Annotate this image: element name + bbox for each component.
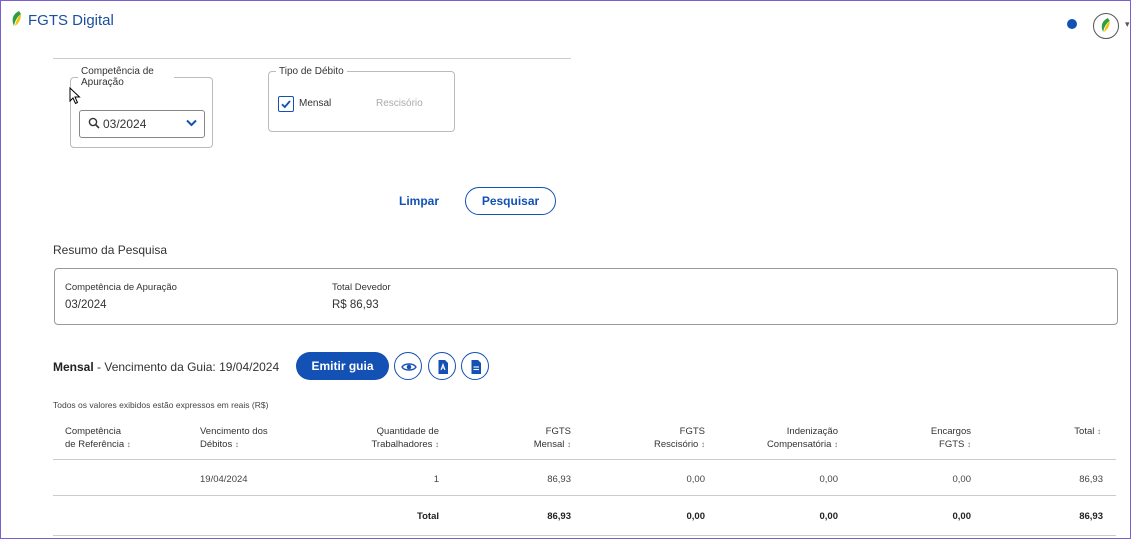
resumo-total-label: Total Devedor <box>332 282 391 293</box>
table-cell-quantidade: 1 <box>433 474 439 485</box>
competencia-value: 03/2024 <box>103 117 147 131</box>
sort-icon[interactable]: ↕ <box>567 440 571 449</box>
total-fgts-rescisorio: 0,00 <box>686 511 706 522</box>
resumo-competencia-value: 03/2024 <box>65 299 107 311</box>
table-cell-indenizacao: 0,00 <box>819 474 839 485</box>
sort-icon[interactable]: ↕ <box>235 440 239 449</box>
table-divider <box>53 535 1116 536</box>
resumo-title: Resumo da Pesquisa <box>53 243 168 257</box>
fgts-leaf-icon <box>1101 17 1110 33</box>
total-indenizacao: 0,00 <box>819 511 839 522</box>
resumo-total-value: R$ 86,93 <box>332 299 379 311</box>
fgts-logo-icon <box>12 11 21 26</box>
sort-icon[interactable]: ↕ <box>967 440 971 449</box>
tipo-debito-fieldset: Tipo de Débito <box>268 66 455 132</box>
table-cell-fgts-mensal: 86,93 <box>547 474 571 485</box>
table-divider <box>53 459 1116 460</box>
col-header-vencimento[interactable]: Vencimento dos Débitos ↕ <box>200 425 268 451</box>
user-avatar[interactable] <box>1093 13 1119 39</box>
app-title[interactable]: FGTS Digital <box>28 12 114 29</box>
sort-icon[interactable]: ↕ <box>701 440 705 449</box>
notification-dot-icon[interactable] <box>1067 19 1077 29</box>
avatar-caret-icon[interactable]: ▾ <box>1125 19 1130 30</box>
table-cell-vencimento: 19/04/2024 <box>200 474 248 485</box>
currency-note: Todos os valores exibidos estão expresso… <box>53 400 269 410</box>
rescisorio-option[interactable]: Rescisório <box>376 98 423 109</box>
table-divider <box>53 495 1116 496</box>
check-icon <box>281 100 291 109</box>
download-pdf-button[interactable] <box>428 352 456 380</box>
total-fgts-mensal: 86,93 <box>547 511 571 522</box>
guia-heading: Mensal - Vencimento da Guia: 19/04/2024 <box>53 360 279 374</box>
mouse-cursor-icon <box>69 87 81 105</box>
col-header-indenizacao[interactable]: Indenização Compensatória ↕ <box>718 425 838 451</box>
sort-icon[interactable]: ↕ <box>435 440 439 449</box>
download-document-button[interactable] <box>461 352 489 380</box>
total-total: 86,93 <box>1079 511 1103 522</box>
mensal-checkbox[interactable] <box>278 96 294 112</box>
resumo-card <box>54 268 1118 325</box>
guia-vencimento: - Vencimento da Guia: 19/04/2024 <box>93 360 280 374</box>
sort-icon[interactable]: ↕ <box>834 440 838 449</box>
col-header-fgts-mensal[interactable]: FGTS Mensal ↕ <box>471 425 571 451</box>
tipo-debito-legend: Tipo de Débito <box>279 66 344 77</box>
eye-icon <box>401 363 417 371</box>
pesquisar-button[interactable]: Pesquisar <box>465 187 556 215</box>
pdf-file-icon <box>438 360 448 374</box>
total-encargos: 0,00 <box>952 511 972 522</box>
limpar-button[interactable]: Limpar <box>399 194 439 208</box>
guia-tipo: Mensal <box>53 360 94 374</box>
col-header-fgts-rescisorio[interactable]: FGTS Rescisório ↕ <box>605 425 705 451</box>
col-header-competencia[interactable]: Competência de Referência ↕ <box>65 425 131 451</box>
total-row-label: Total <box>417 511 439 522</box>
search-icon <box>88 117 100 129</box>
view-button[interactable] <box>394 352 422 380</box>
col-header-quantidade[interactable]: Quantidade de Trabalhadores ↕ <box>319 425 439 451</box>
sort-icon[interactable]: ↕ <box>1097 427 1101 436</box>
divider <box>53 58 571 59</box>
competencia-select[interactable]: 03/2024 <box>79 110 205 138</box>
col-header-total[interactable]: Total ↕ <box>1001 425 1101 438</box>
emitir-guia-button[interactable]: Emitir guia <box>296 352 389 380</box>
col-header-encargos[interactable]: Encargos FGTS ↕ <box>871 425 971 451</box>
document-icon <box>471 360 481 374</box>
chevron-down-icon <box>186 119 197 127</box>
table-cell-fgts-rescisorio: 0,00 <box>686 474 706 485</box>
table-cell-encargos: 0,00 <box>952 474 972 485</box>
competencia-legend: Competência de Apuração <box>81 66 154 88</box>
sort-icon[interactable]: ↕ <box>127 440 131 449</box>
resumo-competencia-label: Competência de Apuração <box>65 282 177 293</box>
table-cell-total: 86,93 <box>1079 474 1103 485</box>
mensal-label[interactable]: Mensal <box>299 98 331 109</box>
